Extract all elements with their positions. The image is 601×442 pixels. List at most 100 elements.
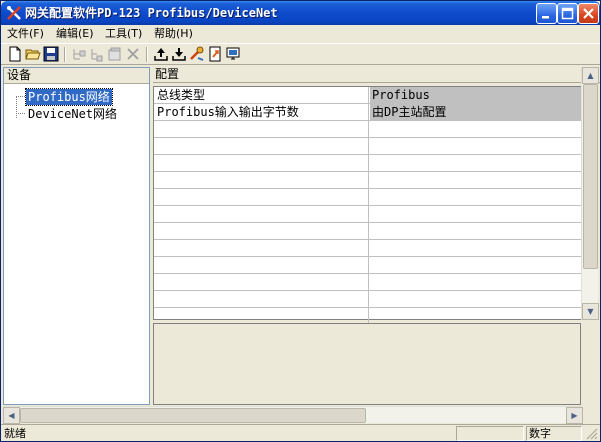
property-name (154, 274, 369, 290)
arrow-left-icon: ◀ (8, 411, 15, 420)
toolbar-separator (146, 47, 148, 62)
scroll-right-button[interactable]: ▶ (566, 407, 583, 424)
table-row[interactable] (154, 121, 581, 138)
property-name (154, 240, 369, 256)
window-title: 网关配置软件PD-123 Profibus/DeviceNet (25, 6, 278, 20)
new-file-icon[interactable] (7, 46, 23, 62)
property-name (154, 172, 369, 188)
menu-help[interactable]: 帮助(H) (154, 26, 193, 42)
arrow-right-icon: ▶ (571, 411, 578, 420)
table-row[interactable] (154, 206, 581, 223)
device-pane-header: 设备 (4, 68, 149, 84)
property-name (154, 206, 369, 222)
horizontal-scrollbar[interactable]: ◀ ▶ (3, 406, 583, 424)
close-icon (579, 4, 598, 23)
menu-file[interactable]: 文件(F) (7, 26, 44, 42)
config-grid: 总线类型 Profibus Profibus输入输出字节数 由DP主站配置 (153, 86, 581, 325)
horizontal-scroll-thumb[interactable] (20, 408, 366, 423)
upload-icon[interactable] (153, 46, 169, 62)
insert-node-icon[interactable] (71, 46, 87, 62)
resize-grip-icon[interactable] (585, 427, 598, 440)
scroll-left-button[interactable]: ◀ (3, 407, 20, 424)
table-row[interactable]: 总线类型 Profibus (154, 87, 581, 104)
scroll-up-button[interactable]: ▲ (582, 67, 599, 84)
description-panel (153, 323, 581, 405)
monitor-icon[interactable] (225, 46, 241, 62)
property-value[interactable] (370, 240, 581, 256)
property-value[interactable] (370, 155, 581, 171)
property-value[interactable] (370, 308, 581, 324)
export-icon[interactable] (207, 46, 223, 62)
table-row[interactable] (154, 189, 581, 206)
property-name (154, 155, 369, 171)
property-name (154, 121, 369, 137)
property-value[interactable] (370, 274, 581, 290)
title-bar[interactable]: 网关配置软件PD-123 Profibus/DeviceNet (1, 1, 600, 25)
property-name (154, 308, 369, 324)
property-value[interactable] (370, 206, 581, 222)
property-name (154, 223, 369, 239)
toolbar-separator (64, 47, 66, 62)
device-pane: 设备 Profibus网络 DeviceNet网络 (3, 67, 150, 405)
config-pane-header: 配置 (153, 67, 600, 83)
app-tools-icon (6, 5, 22, 21)
app-window: 网关配置软件PD-123 Profibus/DeviceNet 文件(F) 编辑… (0, 0, 601, 442)
table-row[interactable] (154, 291, 581, 308)
tree-connector (16, 96, 17, 118)
property-name (154, 189, 369, 205)
scroll-down-button[interactable]: ▼ (582, 303, 599, 320)
table-row[interactable] (154, 138, 581, 155)
property-name (154, 138, 369, 154)
property-name: Profibus输入输出字节数 (154, 104, 369, 120)
properties-icon[interactable] (107, 46, 123, 62)
property-value[interactable]: Profibus (370, 87, 581, 103)
table-row[interactable]: Profibus输入输出字节数 由DP主站配置 (154, 104, 581, 121)
delete-icon[interactable] (125, 46, 141, 62)
vertical-scrollbar[interactable]: ▲ ▼ (581, 67, 599, 320)
table-row[interactable] (154, 274, 581, 291)
property-value[interactable] (370, 121, 581, 137)
status-bar: 就绪 数字 (1, 424, 600, 441)
save-icon[interactable] (43, 46, 59, 62)
close-button[interactable] (578, 3, 599, 24)
menu-bar: 文件(F) 编辑(E) 工具(T) 帮助(H) (1, 25, 600, 43)
property-name (154, 257, 369, 273)
vertical-scroll-thumb[interactable] (583, 84, 598, 269)
property-value[interactable]: 由DP主站配置 (370, 104, 581, 120)
arrow-up-icon: ▲ (587, 71, 594, 80)
status-pane-empty (456, 426, 524, 441)
status-text: 就绪 (4, 427, 26, 440)
arrow-down-icon: ▼ (587, 307, 594, 316)
property-value[interactable] (370, 291, 581, 307)
tools-icon[interactable] (189, 46, 205, 62)
property-name (154, 291, 369, 307)
tree-connector (16, 113, 25, 114)
tree-item-devicenet[interactable]: DeviceNet网络 (26, 106, 119, 122)
maximize-icon (558, 4, 577, 23)
property-value[interactable] (370, 257, 581, 273)
property-name: 总线类型 (154, 87, 369, 103)
table-row[interactable] (154, 172, 581, 189)
table-row[interactable] (154, 223, 581, 240)
table-row[interactable] (154, 257, 581, 274)
status-indicator: 数字 (526, 426, 582, 441)
menu-tools[interactable]: 工具(T) (105, 26, 142, 42)
property-value[interactable] (370, 223, 581, 239)
table-row[interactable] (154, 155, 581, 172)
minimize-icon (537, 4, 556, 23)
minimize-button[interactable] (536, 3, 557, 24)
maximize-button[interactable] (557, 3, 578, 24)
property-value[interactable] (370, 172, 581, 188)
property-value[interactable] (370, 189, 581, 205)
toolbar (1, 43, 600, 65)
tree-item-profibus[interactable]: Profibus网络 (25, 88, 113, 106)
table-row[interactable] (154, 240, 581, 257)
insert-child-icon[interactable] (89, 46, 105, 62)
download-icon[interactable] (171, 46, 187, 62)
tree-connector (16, 96, 25, 97)
menu-edit[interactable]: 编辑(E) (56, 26, 94, 42)
config-pane: 配置 总线类型 Profibus Profibus输入输出字节数 由DP主站配置… (153, 67, 600, 405)
scrollbar-corner (583, 406, 600, 423)
property-value[interactable] (370, 138, 581, 154)
open-folder-icon[interactable] (25, 46, 41, 62)
